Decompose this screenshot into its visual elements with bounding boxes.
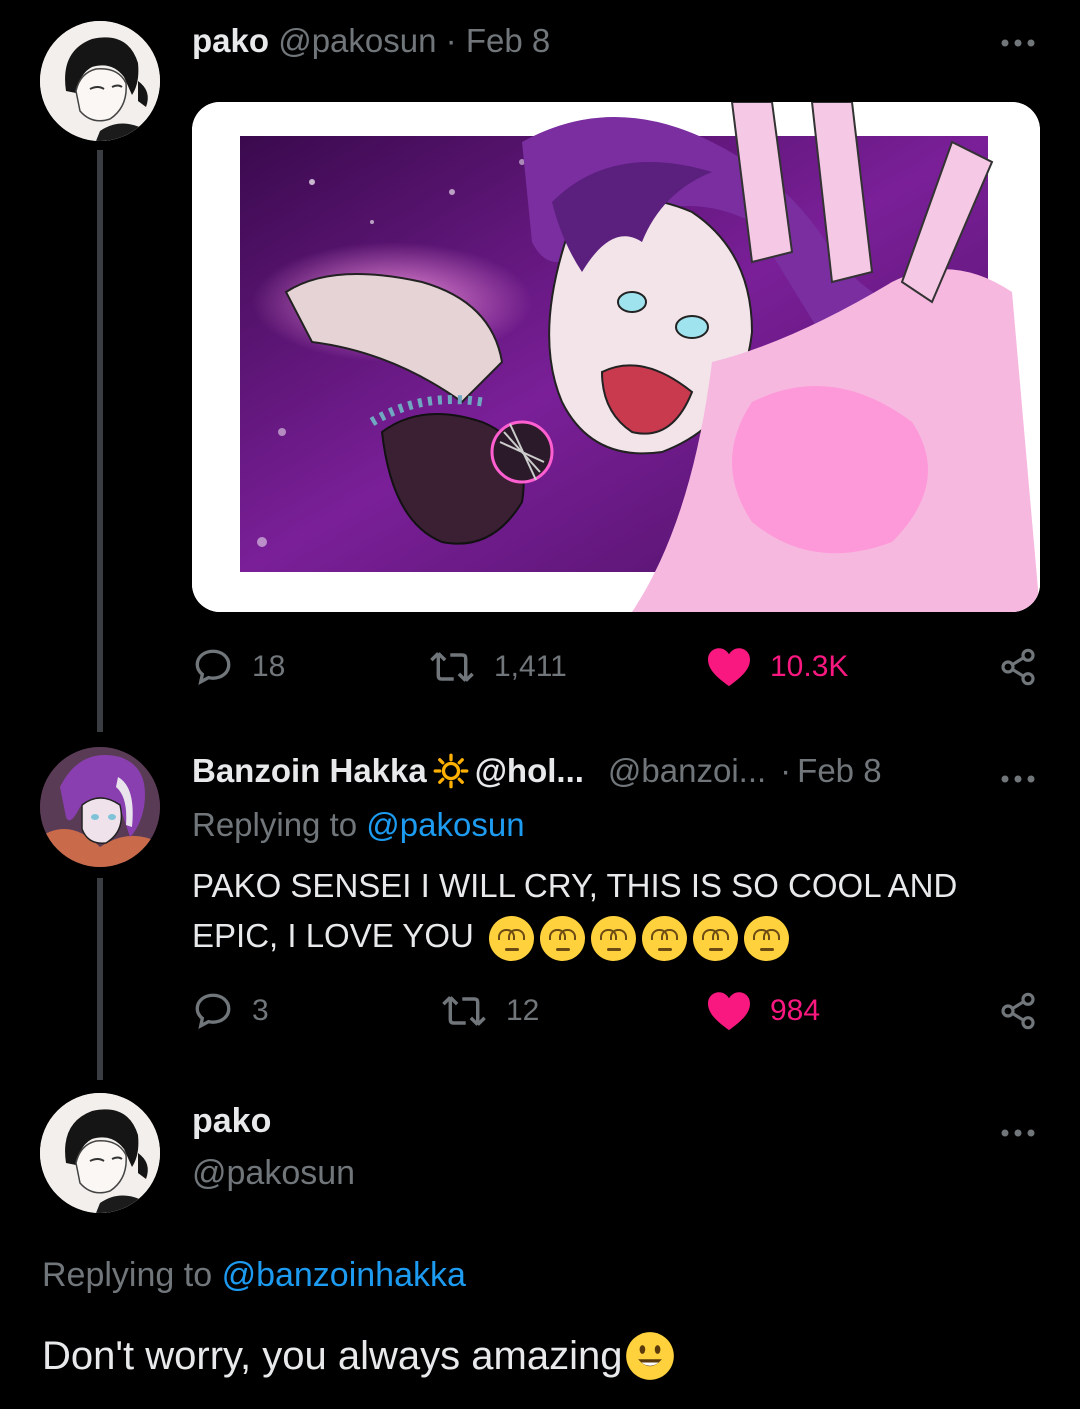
- avatar-pako[interactable]: [40, 21, 160, 141]
- mention-link[interactable]: @banzoinhakka: [222, 1256, 466, 1294]
- handle[interactable]: @banzoi...: [608, 752, 766, 790]
- reply-bubble-icon: [195, 649, 231, 686]
- avatar-pako[interactable]: [40, 1093, 160, 1213]
- tweet-text-body: Don't worry, you always amazing: [42, 1333, 623, 1378]
- emoji-row: [489, 915, 789, 961]
- reply-button[interactable]: 3: [192, 990, 269, 1032]
- replying-to: Replying to @banzoinhakka: [42, 1256, 466, 1295]
- replying-prefix: Replying to: [192, 806, 358, 843]
- display-name-suffix: @hol...: [474, 752, 584, 789]
- rolling-eyes-face-icon: [489, 915, 534, 961]
- tweet-date[interactable]: Feb 8: [466, 22, 550, 59]
- avatar-banzoin[interactable]: [40, 747, 160, 867]
- separator: ·: [780, 752, 792, 789]
- rolling-eyes-face-icon: [642, 915, 687, 961]
- like-button[interactable]: 984: [706, 990, 820, 1032]
- tweet-text: Don't worry, you always amazing: [42, 1330, 676, 1382]
- thread-line: [97, 150, 103, 732]
- display-name[interactable]: Banzoin Hakka: [192, 752, 427, 790]
- more-horizontal-icon[interactable]: [1000, 24, 1036, 58]
- like-count: 10.3K: [770, 650, 849, 683]
- rolling-eyes-face-icon: [540, 915, 585, 961]
- like-count: 984: [770, 994, 821, 1027]
- retweet-count: 12: [506, 994, 540, 1027]
- reply-button[interactable]: 18: [192, 646, 285, 688]
- rolling-eyes-face-icon: [591, 915, 636, 961]
- thread-line: [97, 878, 103, 1080]
- retweet-icon: [442, 996, 486, 1026]
- tweet-text: PAKO SENSEI I WILL CRY, THIS IS SO COOL …: [192, 861, 1032, 961]
- tweet-header: pako @pakosun · Feb 8: [192, 22, 550, 60]
- reply-count: 18: [252, 650, 286, 683]
- retweet-count: 1,411: [494, 650, 567, 683]
- more-horizontal-icon[interactable]: [1000, 760, 1036, 794]
- separator: ·: [445, 22, 457, 59]
- reply-count: 3: [252, 994, 269, 1027]
- heart-filled-icon: [708, 648, 750, 687]
- tweet-date[interactable]: Feb 8: [797, 752, 881, 790]
- rolling-eyes-face-icon: [693, 915, 738, 961]
- display-name[interactable]: pako: [192, 22, 269, 59]
- reply-bubble-icon: [195, 993, 231, 1030]
- share-icon[interactable]: [998, 646, 1038, 693]
- more-horizontal-icon[interactable]: [1000, 1114, 1036, 1148]
- sun-icon: [433, 753, 469, 789]
- replying-to: Replying to @pakosun: [192, 806, 525, 844]
- tweet-text-line: PAKO SENSEI I WILL CRY, THIS IS SO COOL …: [192, 867, 958, 904]
- tweet-image[interactable]: [192, 102, 1040, 612]
- display-name-text: pako: [192, 1102, 272, 1140]
- retweet-icon: [430, 652, 474, 682]
- tweet-header: Banzoin Hakka @hol... @banzoi... · Feb 8: [192, 752, 882, 790]
- share-icon[interactable]: [998, 990, 1038, 1037]
- retweet-button[interactable]: 12: [440, 990, 539, 1032]
- handle[interactable]: @pakosun: [278, 22, 436, 59]
- retweet-button[interactable]: 1,411: [428, 646, 567, 688]
- heart-filled-icon: [708, 992, 750, 1031]
- mention-link[interactable]: @pakosun: [366, 806, 524, 843]
- replying-prefix: Replying to: [42, 1256, 213, 1294]
- like-button[interactable]: 10.3K: [706, 646, 848, 688]
- display-name[interactable]: pako: [192, 1102, 271, 1141]
- handle[interactable]: @pakosun: [192, 1154, 355, 1193]
- rolling-eyes-face-icon: [744, 915, 789, 961]
- tweet-text-line: EPIC, I LOVE YOU: [192, 917, 474, 954]
- smiling-face-icon: [626, 1332, 675, 1380]
